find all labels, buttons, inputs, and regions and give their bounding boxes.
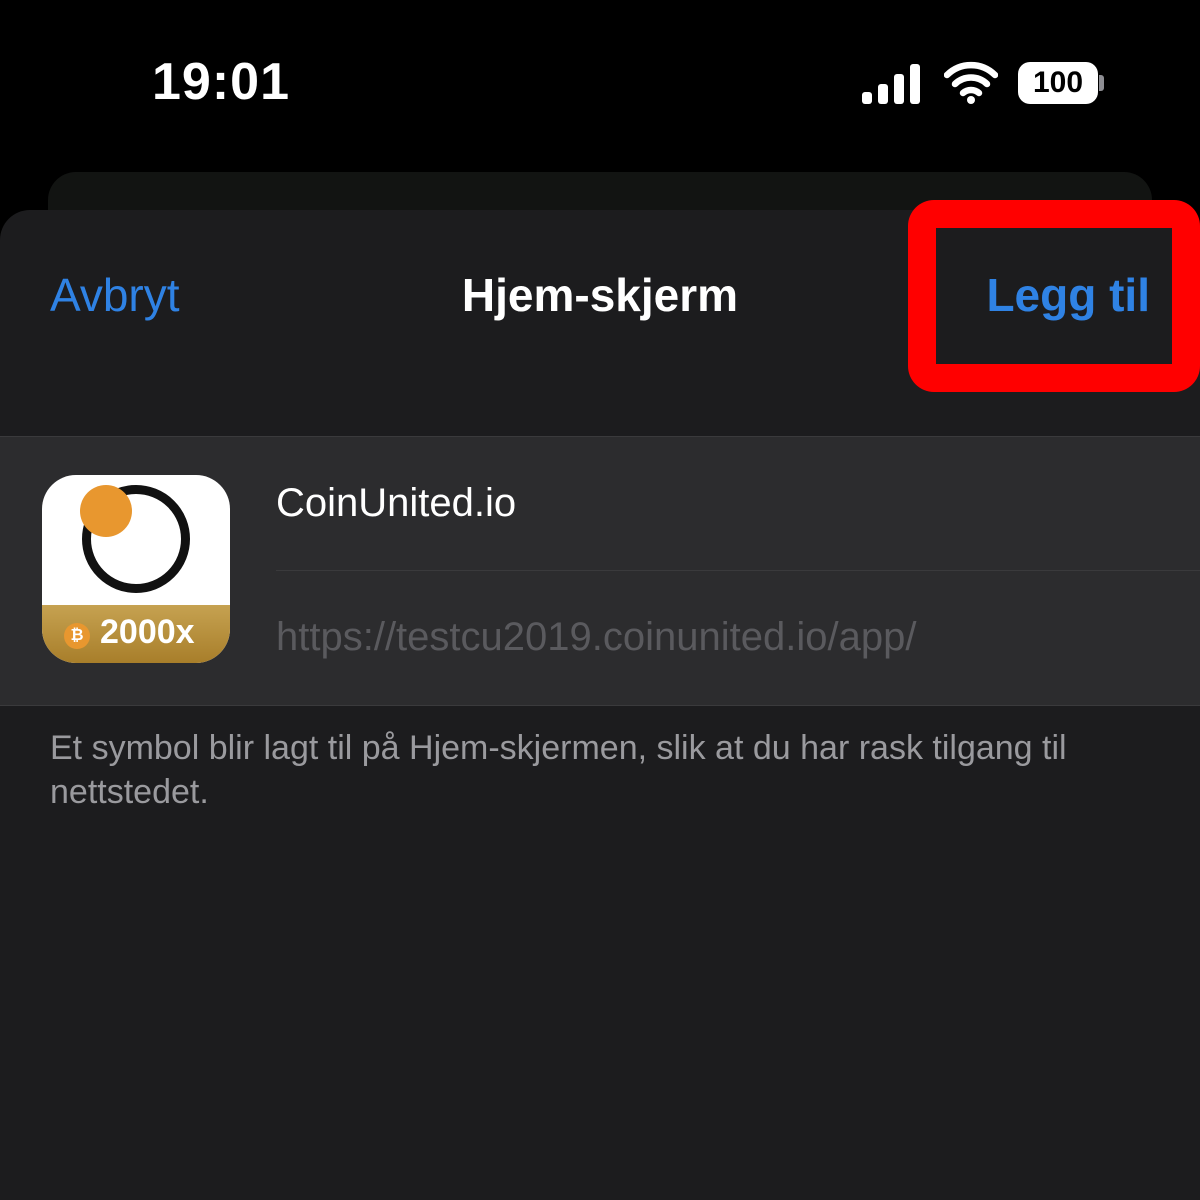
screen: 19:01 100 Hjem-skjerm Avbryt Legg til ₿ …	[0, 0, 1200, 1200]
app-name-field[interactable]: CoinUnited.io	[276, 481, 516, 526]
battery-icon: 100	[1018, 62, 1098, 104]
nav-bar: Hjem-skjerm Avbryt Legg til	[0, 210, 1200, 390]
app-icon: ₿ 2000x	[42, 475, 230, 663]
app-icon-badge: 2000x	[100, 613, 195, 651]
cancel-button[interactable]: Avbryt	[50, 268, 180, 322]
app-entry-card: ₿ 2000x CoinUnited.io https://testcu2019…	[0, 436, 1200, 706]
app-url: https://testcu2019.coinunited.io/app/	[276, 615, 917, 659]
status-time: 19:01	[152, 53, 290, 111]
app-icon-orange-dot	[80, 485, 132, 537]
battery-level: 100	[1032, 66, 1084, 99]
status-bar: 19:01 100	[0, 0, 1200, 170]
divider	[276, 570, 1200, 571]
bitcoin-icon: ₿	[64, 623, 90, 649]
footer-note: Et symbol blir lagt til på Hjem-skjermen…	[50, 729, 1067, 811]
add-button[interactable]: Legg til	[986, 268, 1150, 322]
signal-icon	[862, 64, 920, 104]
add-to-home-screen-sheet: Hjem-skjerm Avbryt Legg til ₿ 2000x Coin…	[0, 210, 1200, 1200]
wifi-icon	[944, 61, 998, 104]
battery-cap	[1099, 75, 1104, 91]
